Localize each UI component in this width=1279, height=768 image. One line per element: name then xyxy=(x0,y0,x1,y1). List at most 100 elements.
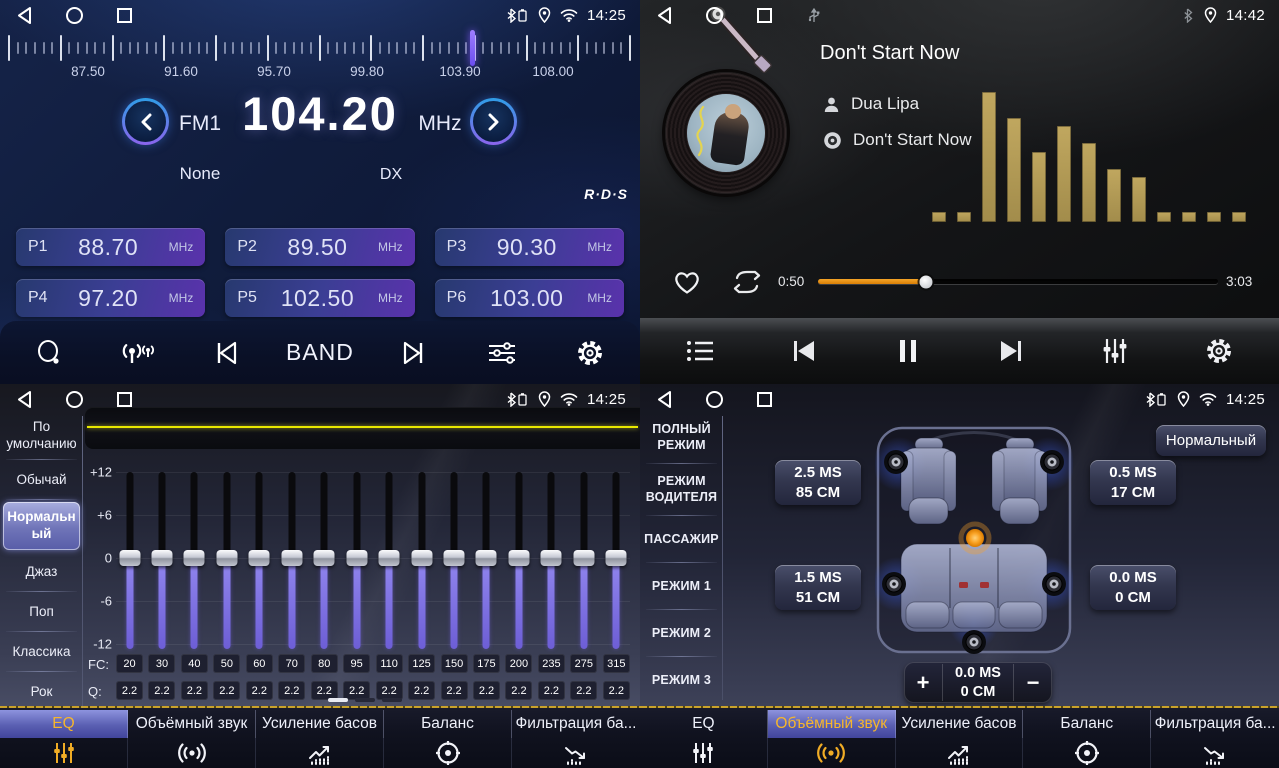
stage-preset-button[interactable]: Нормальный xyxy=(1156,425,1266,456)
eq-band-slider[interactable] xyxy=(213,472,240,644)
tab-surround[interactable]: Объёмный звук xyxy=(128,710,256,738)
eq-band-slider[interactable] xyxy=(570,472,597,644)
preset-button[interactable]: P289.50MHz xyxy=(225,228,414,266)
q-value-box[interactable]: 2.2 xyxy=(441,681,468,700)
eq-preset-item[interactable]: Обычай xyxy=(0,460,83,500)
eq-band-slider[interactable] xyxy=(246,472,273,644)
q-value-box[interactable]: 2.2 xyxy=(538,681,565,700)
surround-icon[interactable] xyxy=(768,738,896,768)
eq-band-slider[interactable] xyxy=(473,472,500,644)
q-value-box[interactable]: 2.2 xyxy=(473,681,500,700)
eq-band-slider[interactable] xyxy=(538,472,565,644)
favorite-heart-icon[interactable] xyxy=(672,268,702,295)
eq-band-slider[interactable] xyxy=(278,472,305,644)
home-button[interactable] xyxy=(64,5,84,25)
eq-preset-item[interactable]: Рок xyxy=(0,672,83,712)
recents-button[interactable] xyxy=(114,389,134,409)
eq-band-slider[interactable] xyxy=(343,472,370,644)
seek-up-button[interactable] xyxy=(470,98,517,145)
fc-value-box[interactable]: 125 xyxy=(408,654,435,673)
preset-button[interactable]: P390.30MHz xyxy=(435,228,624,266)
mode-item-3[interactable]: РЕЖИМ 3 xyxy=(640,657,723,704)
recents-button[interactable] xyxy=(114,5,134,25)
q-value-box[interactable]: 2.2 xyxy=(213,681,240,700)
q-value-box[interactable]: 2.2 xyxy=(116,681,143,700)
scan-icon[interactable] xyxy=(22,331,78,375)
mixer-icon[interactable] xyxy=(1087,329,1143,373)
pause-icon[interactable] xyxy=(880,329,936,373)
fc-value-box[interactable]: 150 xyxy=(441,654,468,673)
balance-icon[interactable] xyxy=(1023,738,1151,768)
broadcast-icon[interactable] xyxy=(110,331,166,375)
previous-track-icon[interactable] xyxy=(776,329,832,373)
tab-surround[interactable]: Объёмный звук xyxy=(768,710,896,738)
eq-band-slider[interactable] xyxy=(116,472,143,644)
settings-gear-icon[interactable] xyxy=(1191,329,1247,373)
fc-value-box[interactable]: 80 xyxy=(311,654,338,673)
fc-value-box[interactable]: 315 xyxy=(603,654,630,673)
tab-filter[interactable]: Фильтрация ба... xyxy=(1151,710,1279,738)
fc-value-box[interactable]: 95 xyxy=(343,654,370,673)
fc-value-box[interactable]: 200 xyxy=(505,654,532,673)
surround-icon[interactable] xyxy=(128,738,256,768)
eq-band-slider[interactable] xyxy=(311,472,338,644)
preset-button[interactable]: P497.20MHz xyxy=(16,279,205,317)
recents-button[interactable] xyxy=(754,389,774,409)
tab-eq[interactable]: EQ xyxy=(0,710,128,738)
balance-icon[interactable] xyxy=(384,738,512,768)
fc-value-box[interactable]: 175 xyxy=(473,654,500,673)
q-value-box[interactable]: 2.2 xyxy=(181,681,208,700)
seek-bar[interactable] xyxy=(818,279,1218,284)
eq-sliders-icon[interactable] xyxy=(0,738,128,768)
settings-gear-icon[interactable] xyxy=(562,331,618,375)
tab-bass-boost[interactable]: Усиление басов xyxy=(256,710,384,738)
mode-item-2[interactable]: РЕЖИМ 2 xyxy=(640,610,723,657)
q-value-box[interactable]: 2.2 xyxy=(408,681,435,700)
tab-balance[interactable]: Баланс xyxy=(1023,710,1151,738)
tuner-scale[interactable]: 87.5091.6095.7099.80103.90108.00 xyxy=(0,30,640,82)
eq-band-slider[interactable] xyxy=(148,472,175,644)
eq-preset-item[interactable]: Поп xyxy=(0,592,83,632)
back-button[interactable] xyxy=(14,389,34,409)
rear-left-delay-button[interactable]: 1.5 MS51 CM xyxy=(775,565,861,610)
tab-bass-boost[interactable]: Усиление басов xyxy=(896,710,1024,738)
fc-value-box[interactable]: 70 xyxy=(278,654,305,673)
home-button[interactable] xyxy=(64,389,84,409)
next-track-icon[interactable] xyxy=(983,329,1039,373)
seek-down-button[interactable] xyxy=(122,98,169,145)
q-value-box[interactable]: 2.2 xyxy=(505,681,532,700)
front-right-delay-button[interactable]: 0.5 MS17 CM xyxy=(1090,460,1176,505)
delay-minus-button[interactable]: − xyxy=(1014,662,1052,703)
tab-eq[interactable]: EQ xyxy=(640,710,768,738)
playlist-icon[interactable] xyxy=(672,329,728,373)
eq-band-slider[interactable] xyxy=(408,472,435,644)
back-button[interactable] xyxy=(654,5,674,25)
eq-sliders-icon[interactable] xyxy=(640,738,768,768)
eq-preset-item[interactable]: Нормальный xyxy=(3,502,80,550)
seek-bar-knob[interactable] xyxy=(920,275,933,288)
q-value-box[interactable]: 2.2 xyxy=(570,681,597,700)
fc-value-box[interactable]: 30 xyxy=(148,654,175,673)
q-value-box[interactable]: 2.2 xyxy=(603,681,630,700)
eq-band-slider[interactable] xyxy=(603,472,630,644)
recents-button[interactable] xyxy=(754,5,774,25)
preset-button[interactable]: P188.70MHz xyxy=(16,228,205,266)
eq-band-slider[interactable] xyxy=(181,472,208,644)
fc-value-box[interactable]: 20 xyxy=(116,654,143,673)
bass-boost-icon[interactable] xyxy=(896,738,1024,768)
mode-item-passenger[interactable]: ПАССАЖИР xyxy=(640,516,723,563)
eq-band-slider[interactable] xyxy=(376,472,403,644)
tab-balance[interactable]: Баланс xyxy=(384,710,512,738)
home-button[interactable] xyxy=(704,5,724,25)
front-left-delay-button[interactable]: 2.5 MS85 CM xyxy=(775,460,861,505)
filter-icon[interactable] xyxy=(1151,738,1279,768)
q-value-box[interactable]: 2.2 xyxy=(148,681,175,700)
eq-preset-item[interactable]: Джаз xyxy=(0,552,83,592)
fc-value-box[interactable]: 235 xyxy=(538,654,565,673)
eq-band-slider[interactable] xyxy=(441,472,468,644)
preset-button[interactable]: P6103.00MHz xyxy=(435,279,624,317)
fc-value-box[interactable]: 110 xyxy=(376,654,403,673)
fc-value-box[interactable]: 50 xyxy=(213,654,240,673)
mode-item-driver[interactable]: РЕЖИМ ВОДИТЕЛЯ xyxy=(640,464,723,516)
eq-band-slider[interactable] xyxy=(505,472,532,644)
